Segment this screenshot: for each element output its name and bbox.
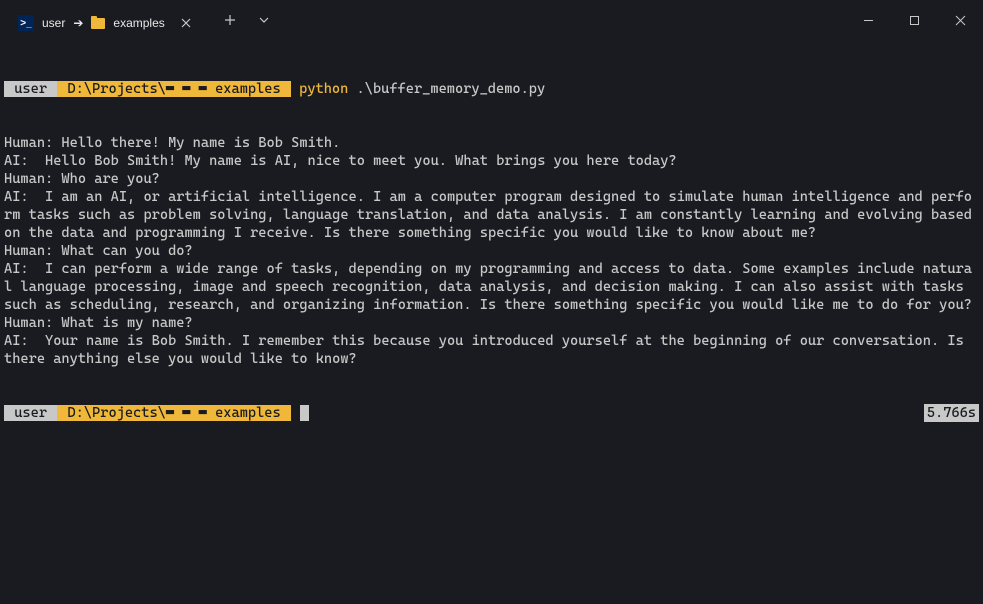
tab-title-folder: examples xyxy=(113,16,164,30)
close-window-button[interactable] xyxy=(937,4,983,36)
powershell-icon: >_ xyxy=(18,15,34,31)
prompt-line: user D:\Projects\▬ ▬ ▬ examples python .… xyxy=(4,80,979,98)
tab-title-user: user xyxy=(42,16,65,30)
prompt-path: D:\Projects\▬ ▬ ▬ examples xyxy=(57,405,291,421)
tab-actions xyxy=(214,6,280,34)
prompt-path: D:\Projects\▬ ▬ ▬ examples xyxy=(57,81,291,97)
terminal-tab[interactable]: >_ user ➔ examples xyxy=(6,6,206,40)
prompt-user: user xyxy=(4,81,57,97)
titlebar: >_ user ➔ examples xyxy=(0,0,983,40)
minimize-button[interactable] xyxy=(845,4,891,36)
prompt-user: user xyxy=(4,405,57,421)
window-controls xyxy=(845,4,983,36)
maximize-button[interactable] xyxy=(891,4,937,36)
terminal-body[interactable]: user D:\Projects\▬ ▬ ▬ examples python .… xyxy=(0,40,983,444)
new-tab-button[interactable] xyxy=(214,6,246,34)
tab-dropdown-button[interactable] xyxy=(248,6,280,34)
prompt-line-2: user D:\Projects\▬ ▬ ▬ examples 5.766s xyxy=(4,404,979,422)
tab-title-arrow: ➔ xyxy=(73,16,83,30)
cursor xyxy=(300,405,309,421)
timing-badge: 5.766s xyxy=(924,404,979,422)
output-block: Human: Hello there! My name is Bob Smith… xyxy=(4,134,979,368)
folder-icon xyxy=(91,18,105,29)
command: python xyxy=(299,81,348,97)
tab-close-button[interactable] xyxy=(178,15,194,31)
command-arg: .\buffer_memory_demo.py xyxy=(357,81,546,97)
